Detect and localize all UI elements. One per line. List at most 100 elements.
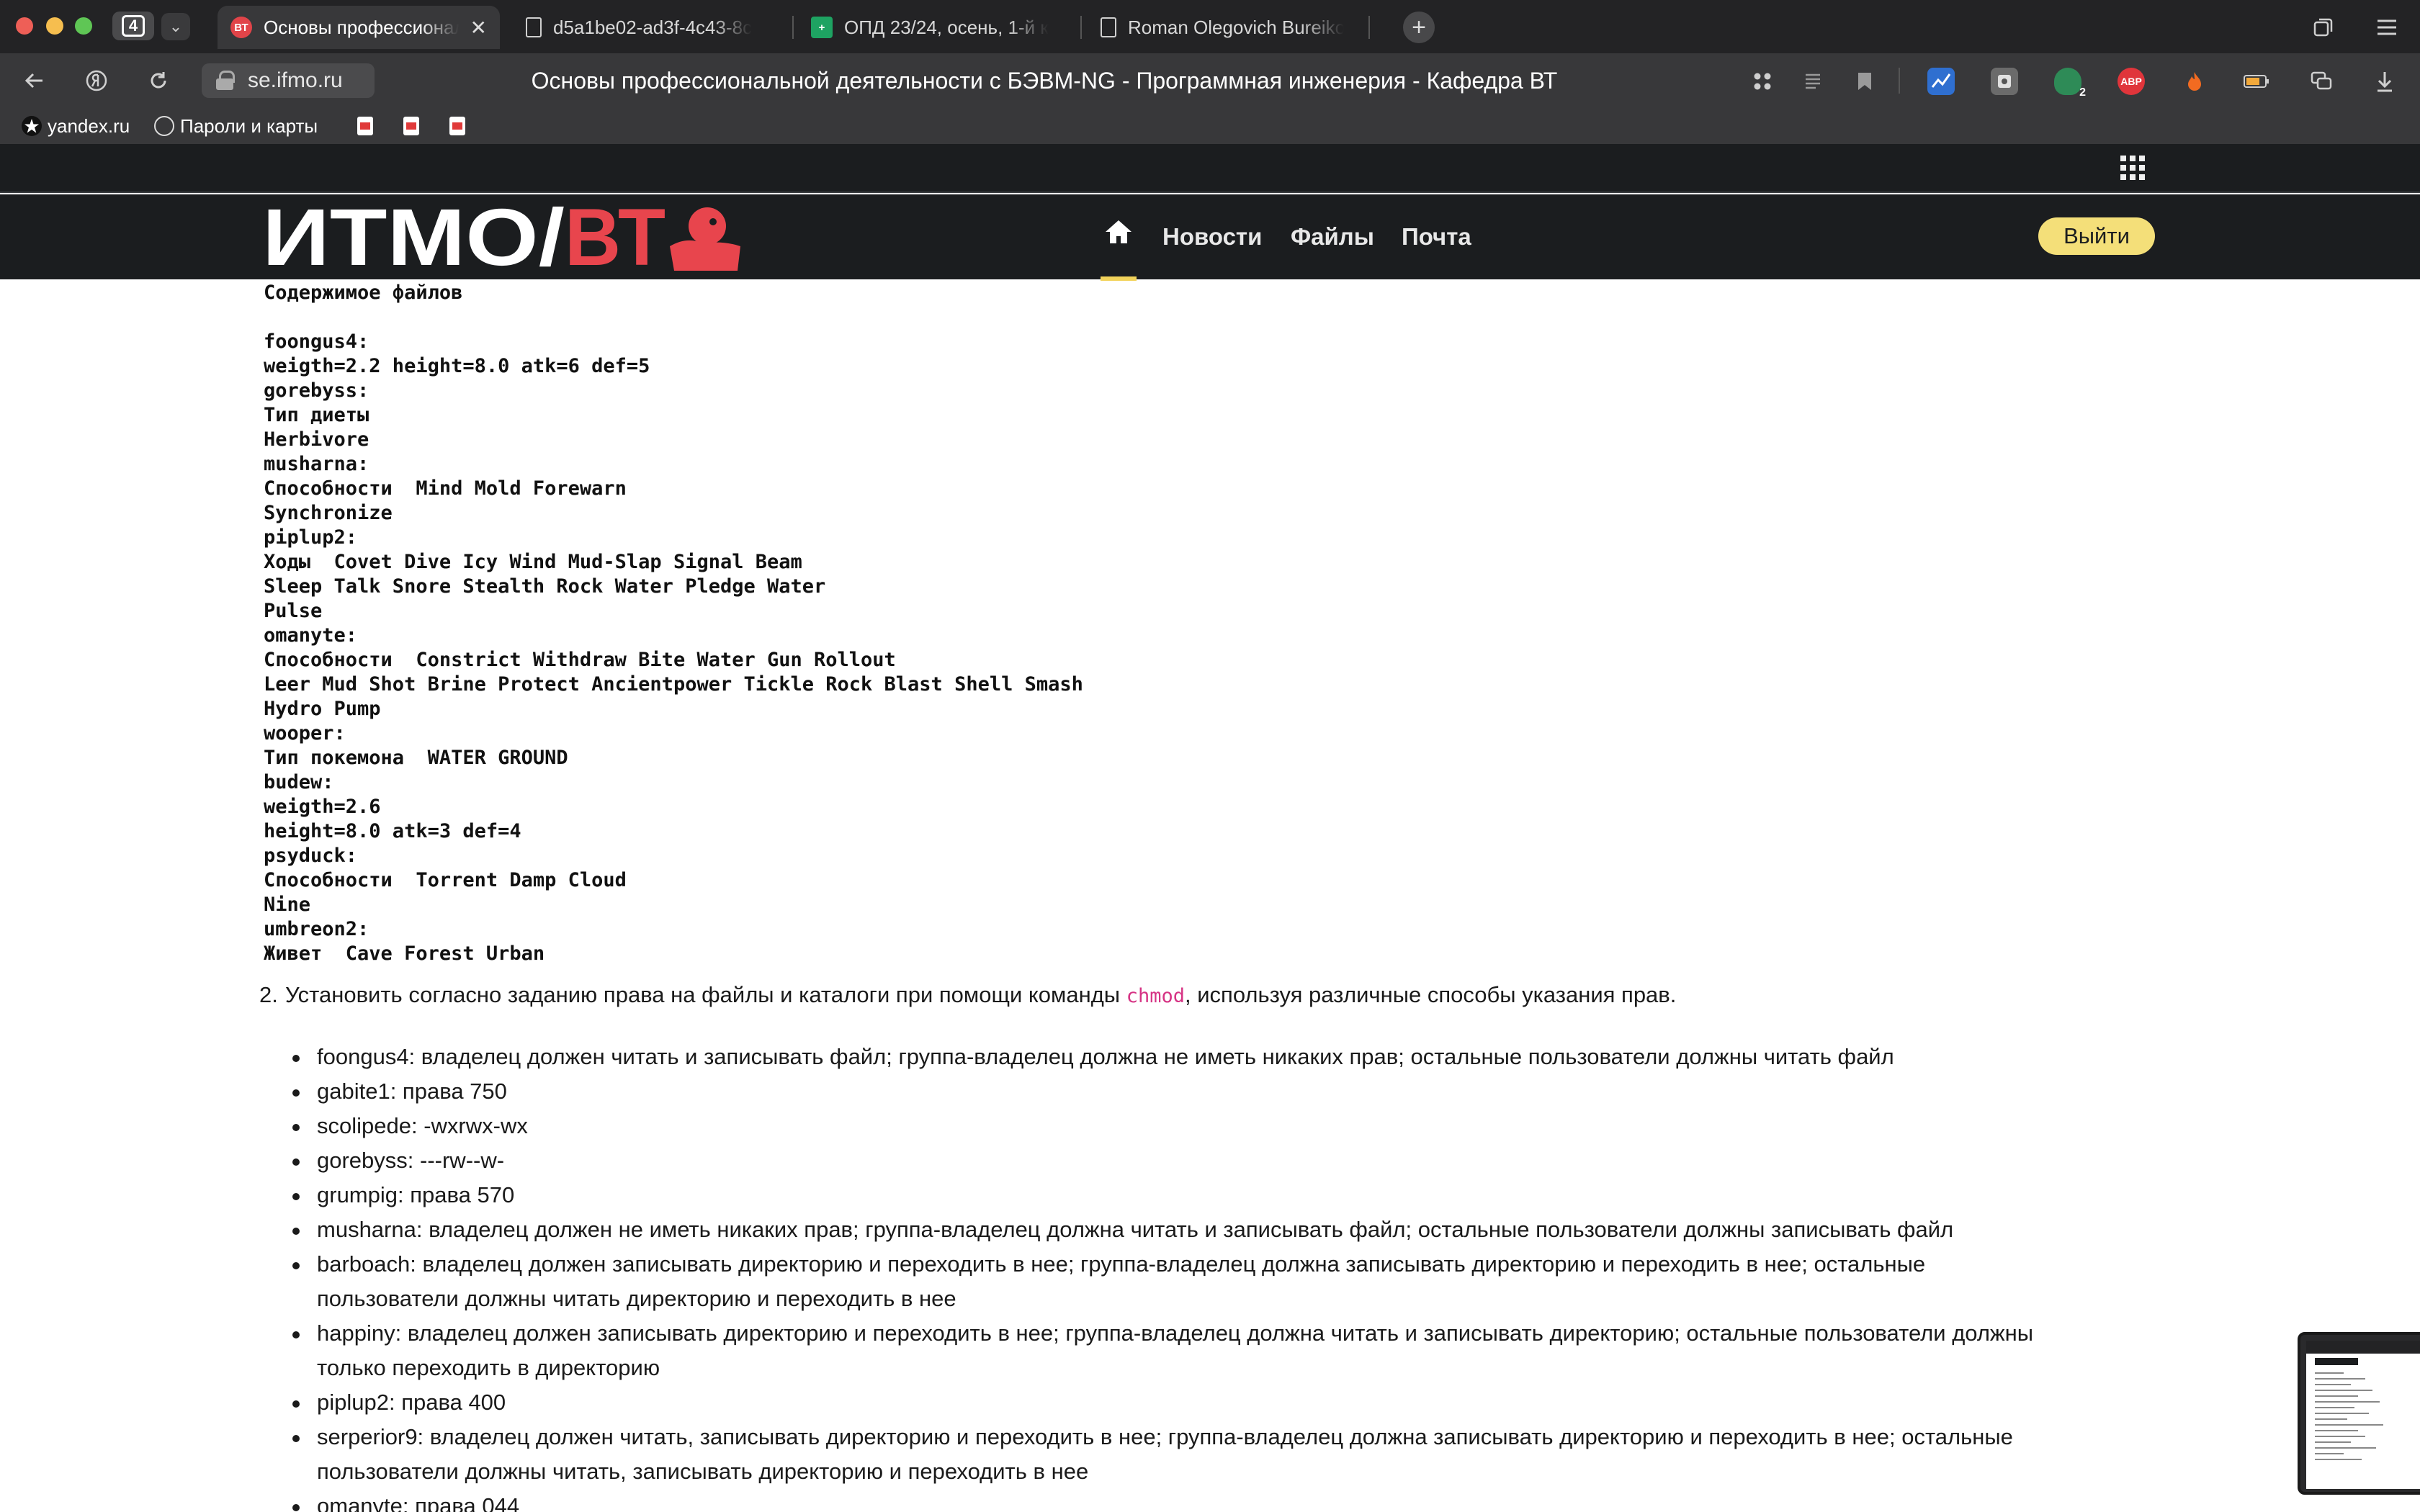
apps-icon[interactable] [1749, 68, 1776, 95]
bookmark-pdf-2[interactable] [403, 112, 419, 140]
code-line: wooper: [264, 722, 346, 744]
tab-divider [792, 16, 794, 39]
code-line: Способности Torrent Damp Cloud [264, 869, 627, 891]
fire-extension-icon[interactable] [2181, 68, 2208, 95]
list-item: serperior9: владелец должен читать, запи… [292, 1420, 2141, 1454]
spreadsheet-icon: + [811, 17, 833, 38]
nav-mail[interactable]: Почта [1402, 220, 1471, 253]
code-line: omanyte: [264, 624, 358, 647]
zoom-window-button[interactable] [75, 17, 92, 35]
code-line: psyduck: [264, 845, 358, 867]
nav-news[interactable]: Новости [1162, 220, 1262, 253]
reload-icon[interactable] [141, 63, 176, 98]
tab-title: d5a1be02-ad3f-4c43-8c [553, 16, 753, 38]
step-number: 2. [259, 982, 278, 1007]
download-icon[interactable] [2371, 68, 2398, 95]
apps-grid-icon[interactable] [2120, 156, 2145, 180]
list-item: piplup2: права 400 [292, 1385, 2141, 1420]
file-contents-code-block: Содержимое файлов foongus4: weigth=2.2 hei… [264, 281, 2165, 966]
list-item: musharna: владелец должен не иметь никак… [292, 1212, 2141, 1247]
toolbar-divider [1899, 68, 1900, 94]
yandex-icon [22, 116, 42, 136]
chart-extension-icon[interactable] [1927, 68, 1955, 95]
code-line: weigth=2.2 height=8.0 atk=6 def=5 [264, 355, 650, 377]
svg-text:ИТМО/: ИТМО/ [262, 199, 565, 274]
code-line: Способности Mind Mold Forewarn [264, 477, 627, 500]
thumbnail-preview [2306, 1341, 2420, 1489]
list-item-continuation: только переходить в директорию [317, 1355, 660, 1380]
duck-icon [670, 207, 740, 271]
code-line: umbreon2: [264, 918, 369, 940]
key-icon [154, 116, 174, 136]
bookmark-pdf-1[interactable] [357, 112, 373, 140]
bookmarks-bar: yandex.ru Пароли и карты [0, 108, 2420, 144]
code-line: Synchronize [264, 502, 393, 524]
bookmark-icon[interactable] [1851, 68, 1878, 95]
step-text: Установить согласно заданию права на фай… [285, 982, 1677, 1007]
lock-icon [216, 71, 235, 90]
permissions-list: foongus4: владелец должен читать и запис… [292, 1040, 2141, 1512]
tab-2[interactable]: d5a1be02-ad3f-4c43-8c [513, 6, 779, 49]
bookmark-yandex[interactable]: yandex.ru [22, 112, 130, 140]
tab-divider [1368, 16, 1370, 39]
address-bar[interactable]: se.ifmo.ru [202, 63, 375, 98]
new-tab-button[interactable]: + [1403, 12, 1435, 43]
nav-files[interactable]: Файлы [1291, 220, 1374, 253]
list-item: gorebyss: ---rw--w- [292, 1143, 2141, 1178]
collections-icon[interactable] [2309, 13, 2338, 42]
code-line: gorebyss: [264, 379, 369, 402]
back-arrow-icon[interactable] [17, 63, 52, 98]
itmo-vt-logo[interactable]: ИТМО/ ВТ [262, 199, 740, 274]
shield-extension-icon[interactable]: 2 [2054, 68, 2086, 99]
home-icon [1106, 220, 1131, 243]
code-line: Nine [264, 894, 311, 916]
tab-active[interactable]: ВТ Основы профессиональной деятельности … [218, 6, 500, 49]
url-text: se.ifmo.ru [248, 68, 343, 92]
reader-mode-icon[interactable] [1799, 68, 1827, 95]
logout-button[interactable]: Выйти [2038, 217, 2155, 255]
main-content: Содержимое файлов foongus4: weigth=2.2 hei… [264, 281, 2165, 966]
bookmark-pdf-3[interactable] [449, 112, 465, 140]
tab-title: Основы профессиональной деятельности [264, 16, 459, 38]
code-line: Sleep Talk Snore Stealth Rock Water Pled… [264, 575, 826, 598]
tab-title: ОПД 23/24, осень, 1-й к [844, 16, 1049, 38]
battery-icon[interactable] [2243, 68, 2270, 95]
tab-count-button[interactable]: 4 [112, 12, 154, 40]
code-line: Способности Constrict Withdraw Bite Wate… [264, 649, 896, 671]
list-item: gabite1: права 750 [292, 1074, 2141, 1109]
tab-4[interactable]: Roman Olegovich Bureiko [1088, 6, 1368, 49]
code-line: Живет Cave Forest Urban [264, 942, 545, 965]
tab-3[interactable]: + ОПД 23/24, осень, 1-й к [798, 6, 1072, 49]
pdf-icon [449, 117, 465, 135]
chat-icon[interactable] [2308, 68, 2335, 95]
bookmark-label: yandex.ru [48, 114, 130, 137]
browser-toolbar: se.ifmo.ru Основы профессиональной деяте… [0, 53, 2420, 108]
adblock-icon[interactable]: ABP [2118, 68, 2145, 95]
minimize-window-button[interactable] [46, 17, 63, 35]
nav-home[interactable] [1101, 216, 1137, 281]
document-icon [526, 17, 542, 37]
tab-list-chevron-icon[interactable]: ⌄ [161, 13, 190, 40]
puzzle-extension-icon[interactable] [1991, 68, 2018, 95]
list-item: grumpig: права 570 [292, 1178, 2141, 1212]
close-tab-icon[interactable]: ✕ [470, 16, 487, 40]
bookmark-label: Пароли и карты [180, 114, 318, 137]
menu-icon[interactable] [2372, 13, 2401, 42]
screenshot-thumbnail[interactable] [2298, 1332, 2420, 1495]
bookmark-passwords[interactable]: Пароли и карты [154, 112, 318, 140]
close-window-button[interactable] [16, 17, 33, 35]
site-top-strip [0, 144, 2420, 193]
code-line: Leer Mud Shot Brine Protect Ancientpower… [264, 673, 1083, 696]
yandex-home-icon[interactable] [79, 63, 114, 98]
chmod-command: chmod [1126, 985, 1185, 1007]
document-icon [1101, 17, 1116, 37]
code-line: Ходы Covet Dive Icy Wind Mud-Slap Signal… [264, 551, 802, 573]
code-line: Содержимое файлов [264, 282, 463, 304]
list-item: foongus4: владелец должен читать и запис… [292, 1040, 2141, 1074]
code-line: Pulse [264, 600, 323, 622]
code-line: foongus4: [264, 330, 369, 353]
browser-tab-bar: 4 ⌄ ВТ Основы профессиональной деятельно… [0, 0, 2420, 53]
code-line: weigth=2.6 [264, 796, 381, 818]
code-line: musharna: [264, 453, 369, 475]
